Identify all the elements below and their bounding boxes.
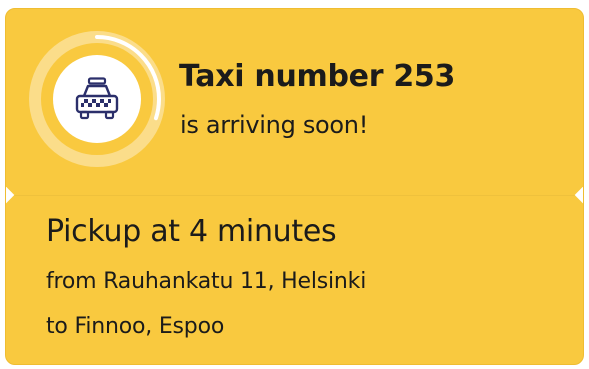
ticket-notch-right xyxy=(574,183,583,207)
taxi-icon-badge xyxy=(53,55,141,143)
taxi-icon xyxy=(75,77,119,120)
arrival-status: is arriving soon! xyxy=(180,111,369,139)
route-destination: to Finnoo, Espoo xyxy=(46,314,225,339)
taxi-title: Taxi number 253 xyxy=(179,59,456,94)
arrival-progress-indicator xyxy=(29,31,165,167)
ticket-notch-left xyxy=(6,183,15,207)
card-divider xyxy=(14,195,575,196)
pickup-time: Pickup at 4 minutes xyxy=(46,214,337,249)
taxi-status-card: Taxi number 253 is arriving soon! Pickup… xyxy=(5,8,584,365)
route-origin: from Rauhankatu 11, Helsinki xyxy=(46,269,367,294)
